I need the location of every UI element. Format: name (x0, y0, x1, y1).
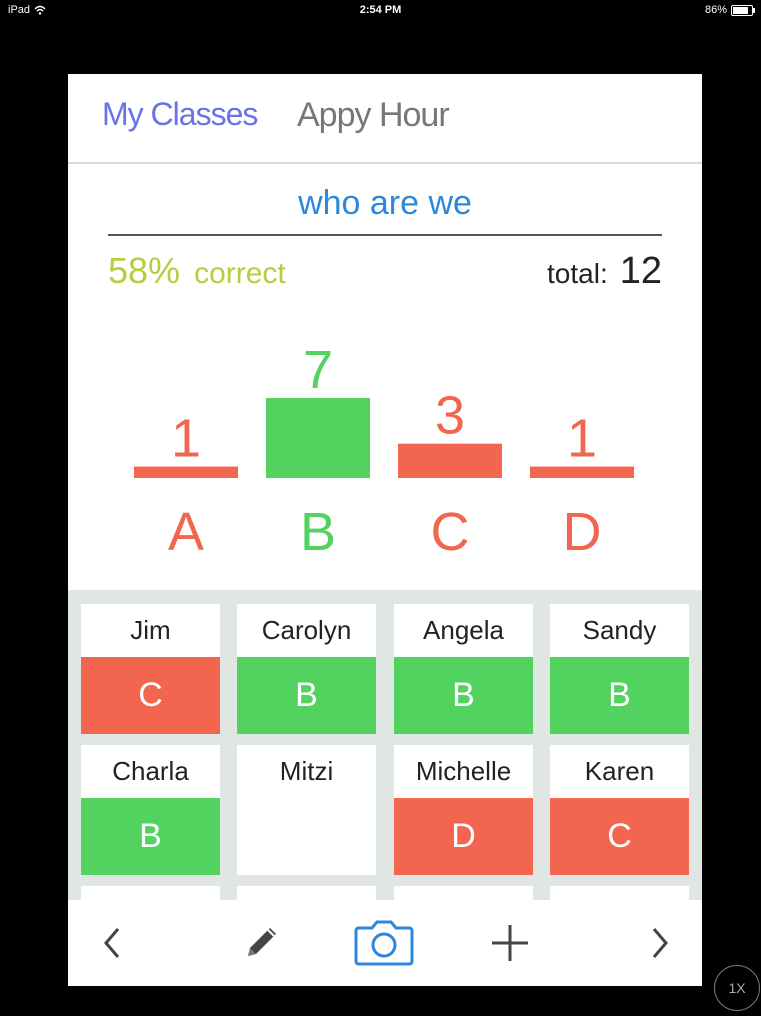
student-grid: Jim C Carolyn B Angela B Sandy B Charla B Mitzi Mic… (68, 590, 702, 900)
student-answer: B (237, 657, 376, 734)
percent-correct: 58% correct (108, 250, 286, 292)
battery-percent: 86% (704, 4, 727, 16)
status-right: 86% (704, 4, 755, 16)
student-card-partial (394, 886, 533, 900)
student-card[interactable]: Sandy B (550, 604, 689, 734)
category-label-b: B (300, 502, 336, 562)
chevron-right-icon[interactable] (640, 920, 680, 966)
total-responses: total: 12 (547, 250, 662, 293)
student-name: Carolyn (261, 615, 352, 645)
answer-chart: 1 A 7 B 3 C 1 D (134, 340, 634, 562)
student-card-partial (81, 886, 220, 900)
student-name: Charla (112, 756, 189, 786)
student-card[interactable]: Charla B (81, 745, 220, 875)
student-name: Karen (584, 756, 655, 786)
status-bar: iPad 2:54 PM 86% (0, 0, 761, 22)
category-label-d: D (563, 502, 602, 562)
student-name: Michelle (415, 756, 512, 786)
bar-value-a: 1 (171, 409, 201, 469)
student-card[interactable]: Michelle D (394, 745, 533, 875)
student-card-partial (550, 886, 689, 900)
page-title: Appy Hour (297, 96, 450, 134)
student-card[interactable]: Angela B (394, 604, 533, 734)
student-name: Angela (423, 615, 504, 645)
bar-b (266, 398, 370, 478)
student-name: Sandy (582, 615, 657, 645)
student-answer: D (394, 798, 533, 875)
student-name: Mitzi (279, 756, 334, 786)
battery-icon (731, 4, 755, 16)
percent-label: correct (194, 257, 286, 290)
title-divider (108, 234, 662, 236)
toolbar (68, 900, 702, 986)
chevron-left-icon[interactable] (92, 920, 132, 966)
student-card[interactable]: Carolyn B (237, 604, 376, 734)
app-window: My Classes Appy Hour who are we 58% corr… (68, 74, 702, 986)
student-answer: B (550, 657, 689, 734)
my-classes-back-button[interactable]: My Classes (102, 96, 258, 133)
category-label-a: A (168, 502, 204, 562)
category-label-c: C (431, 502, 470, 562)
student-answer: C (81, 657, 220, 734)
student-card[interactable]: Mitzi (237, 745, 376, 875)
student-answer (237, 798, 376, 875)
student-name: Jim (130, 615, 171, 645)
total-value: 12 (619, 250, 662, 292)
total-label: total: (547, 258, 608, 289)
plus-icon[interactable] (486, 920, 534, 966)
status-time: 2:54 PM (359, 4, 402, 16)
student-card-partial (237, 886, 376, 900)
pencil-icon[interactable] (236, 920, 286, 966)
bar-value-d: 1 (567, 409, 597, 469)
nav-bar: My Classes Appy Hour (68, 74, 702, 164)
student-card[interactable]: Jim C (81, 604, 220, 734)
bar-value-b: 7 (303, 340, 333, 400)
percent-value: 58% (108, 250, 181, 291)
student-answer: C (550, 798, 689, 875)
camera-icon[interactable] (352, 920, 416, 966)
student-answer: B (394, 657, 533, 734)
bar-value-c: 3 (435, 386, 465, 446)
bar-c (398, 443, 502, 478)
student-card[interactable]: Karen C (550, 745, 689, 875)
question-title: who are we (298, 184, 472, 222)
student-answer: B (81, 798, 220, 875)
zoom-button[interactable]: 1X (714, 965, 760, 1011)
